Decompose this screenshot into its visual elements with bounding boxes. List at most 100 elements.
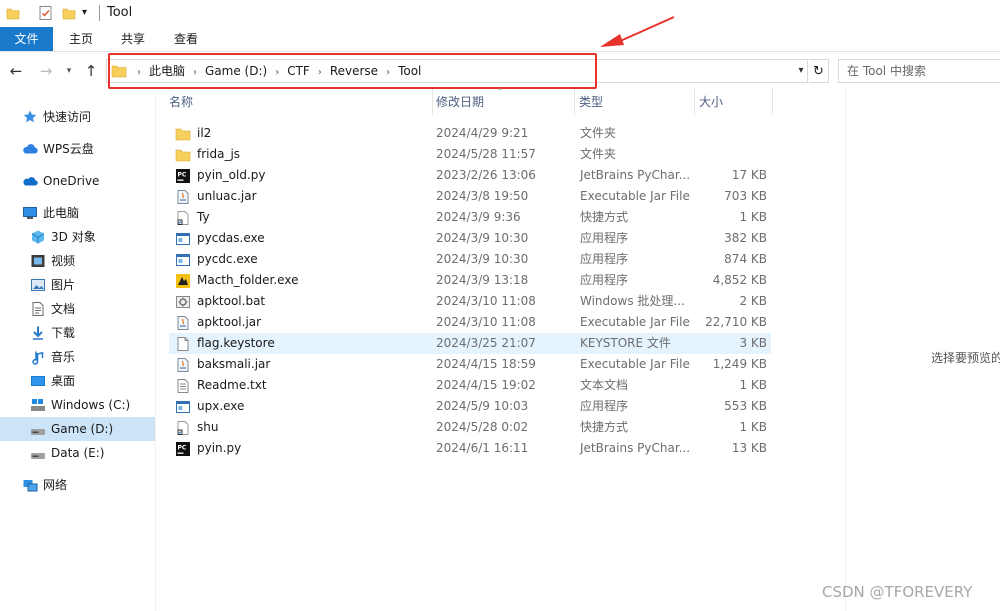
file-row[interactable]: pycdas.exe 2024/3/9 10:30 应用程序 382 KB xyxy=(169,228,771,249)
file-type: 文件夹 xyxy=(580,147,617,161)
sidebar-item-12[interactable]: Game (D:) xyxy=(0,417,155,441)
preview-placeholder: 选择要预览的 xyxy=(931,351,1000,365)
file-row[interactable]: Ty 2024/3/9 9:36 快捷方式 1 KB xyxy=(169,207,771,228)
file-name: baksmali.jar xyxy=(197,357,271,371)
new-folder-icon[interactable] xyxy=(62,5,76,21)
annotation-highlight-box xyxy=(108,53,597,89)
up-arrow-icon[interactable]: ↑ xyxy=(80,57,102,85)
file-row[interactable]: unluac.jar 2024/3/8 19:50 Executable Jar F… xyxy=(169,186,771,207)
tab-view[interactable]: 查看 xyxy=(161,27,211,51)
pycharm-icon: PC xyxy=(176,169,190,183)
sidebar-item-label: WPS云盘 xyxy=(43,142,94,156)
sidebar-item-label: 音乐 xyxy=(51,350,76,364)
file-size: 22,710 KB xyxy=(705,315,767,329)
jar-icon xyxy=(177,358,189,372)
properties-icon[interactable] xyxy=(38,5,54,21)
search-input[interactable]: 在 Tool 中搜索 xyxy=(847,60,926,82)
file-list: 名称 修改日期 类型 大小 ⌃ il2 2024/4/29 9:21 文件夹 frid… xyxy=(157,87,845,611)
document-icon xyxy=(32,302,44,316)
refresh-icon[interactable]: ↻ xyxy=(809,59,829,83)
tab-share[interactable]: 共享 xyxy=(108,27,158,51)
sidebar-item-label: 网络 xyxy=(43,478,68,492)
file-row[interactable]: upx.exe 2024/5/9 10:03 应用程序 553 KB xyxy=(169,396,771,417)
sidebar-item-13[interactable]: Data (E:) xyxy=(0,441,155,465)
sidebar-item-6[interactable]: 图片 xyxy=(0,273,155,297)
bat-icon xyxy=(176,296,190,308)
sidebar-item-label: 图片 xyxy=(51,278,76,292)
file-row[interactable]: Readme.txt 2024/4/15 19:02 文本文档 1 KB xyxy=(169,375,771,396)
file-date: 2024/5/9 10:03 xyxy=(436,399,529,413)
sidebar-item-5[interactable]: 视频 xyxy=(0,249,155,273)
column-header-size[interactable]: 大小 xyxy=(695,89,773,115)
folder-icon[interactable] xyxy=(6,5,20,21)
file-row[interactable]: shu 2024/5/28 0:02 快捷方式 1 KB xyxy=(169,417,771,438)
tab-file[interactable]: 文件 xyxy=(0,27,53,51)
sidebar-item-14[interactable]: 网络 xyxy=(0,473,155,497)
file-type: KEYSTORE 文件 xyxy=(580,336,671,350)
file-date: 2024/3/25 21:07 xyxy=(436,336,536,350)
sidebar-item-label: 快速访问 xyxy=(43,110,92,124)
file-row[interactable]: pycdc.exe 2024/3/9 10:30 应用程序 874 KB xyxy=(169,249,771,270)
folder-icon xyxy=(175,128,191,141)
file-date: 2024/3/9 13:18 xyxy=(436,273,529,287)
customize-toolbar-icon[interactable]: ▾ xyxy=(82,5,92,21)
sidebar-item-label: 此电脑 xyxy=(43,206,80,220)
file-row[interactable]: frida_js 2024/5/28 11:57 文件夹 xyxy=(169,144,771,165)
file-name: upx.exe xyxy=(197,399,245,413)
ribbon-tabs: 文件 主页 共享 查看 xyxy=(0,27,1000,52)
sidebar-item-label: 文档 xyxy=(51,302,76,316)
file-row[interactable]: il2 2024/4/29 9:21 文件夹 xyxy=(169,123,771,144)
address-history-dropdown-icon[interactable]: ▾ xyxy=(794,57,808,85)
exe-icon xyxy=(176,254,190,266)
sidebar-item-7[interactable]: 文档 xyxy=(0,297,155,321)
file-date: 2024/3/8 19:50 xyxy=(436,189,529,203)
file-date: 2024/5/28 0:02 xyxy=(436,420,529,434)
sidebar-item-3[interactable]: 此电脑 xyxy=(0,201,155,225)
sort-caret-icon: ⌃ xyxy=(497,87,504,96)
recent-locations-icon[interactable]: ▾ xyxy=(62,57,76,85)
cube-icon xyxy=(31,230,45,244)
file-type: Executable Jar File xyxy=(580,357,690,371)
file-row[interactable]: flag.keystore 2024/3/25 21:07 KEYSTORE 文件 3… xyxy=(169,333,771,354)
file-type: JetBrains PyChar... xyxy=(580,168,691,182)
file-row[interactable]: Macth_folder.exe 2024/3/9 13:18 应用程序 4,852 … xyxy=(169,270,771,291)
jar-icon xyxy=(177,190,189,204)
file-date: 2024/3/9 10:30 xyxy=(436,252,529,266)
sidebar-item-10[interactable]: 桌面 xyxy=(0,369,155,393)
preview-pane: 选择要预览的 xyxy=(845,89,1000,611)
file-name: unluac.jar xyxy=(197,189,257,203)
file-row[interactable]: apktool.jar 2024/3/10 11:08 Executable Jar… xyxy=(169,312,771,333)
column-header-date[interactable]: 修改日期 xyxy=(433,89,575,115)
back-arrow-icon[interactable]: ← xyxy=(4,57,28,85)
sidebar-item-1[interactable]: WPS云盘 xyxy=(0,137,155,161)
file-row[interactable]: apktool.bat 2024/3/10 11:08 Windows 批处理...… xyxy=(169,291,771,312)
column-headers: 名称 修改日期 类型 大小 ⌃ xyxy=(157,87,845,115)
file-size: 1 KB xyxy=(739,210,767,224)
sidebar-item-0[interactable]: 快速访问 xyxy=(0,105,155,129)
file-size: 553 KB xyxy=(724,399,767,413)
file-size: 1 KB xyxy=(739,420,767,434)
file-row[interactable]: PC pyin.py 2024/6/1 16:11 JetBrains PyChar.… xyxy=(169,438,771,459)
sidebar-item-2[interactable]: OneDrive xyxy=(0,169,155,193)
sidebar-item-label: Data (E:) xyxy=(51,446,105,460)
tab-home[interactable]: 主页 xyxy=(56,27,106,51)
file-type: Windows 批处理... xyxy=(580,294,685,308)
cloud-icon xyxy=(23,144,38,154)
desktop-icon xyxy=(31,376,45,386)
file-name: apktool.jar xyxy=(197,315,262,329)
column-header-type[interactable]: 类型 xyxy=(575,89,695,115)
sidebar-item-4[interactable]: 3D 对象 xyxy=(0,225,155,249)
sidebar-item-8[interactable]: 下载 xyxy=(0,321,155,345)
file-row[interactable]: baksmali.jar 2024/4/15 18:59 Executable Ja… xyxy=(169,354,771,375)
sidebar-item-9[interactable]: 音乐 xyxy=(0,345,155,369)
file-row[interactable]: PC pyin_old.py 2023/2/26 13:06 JetBrains Py… xyxy=(169,165,771,186)
file-date: 2024/3/9 9:36 xyxy=(436,210,521,224)
title-bar: ▾ Tool xyxy=(0,0,1000,26)
sidebar-item-11[interactable]: Windows (C:) xyxy=(0,393,155,417)
column-header-name[interactable]: 名称 xyxy=(169,89,433,115)
forward-arrow-icon[interactable]: → xyxy=(34,57,58,85)
file-size: 1,249 KB xyxy=(712,357,767,371)
search-box[interactable]: 在 Tool 中搜索 xyxy=(838,59,1000,83)
file-date: 2024/3/10 11:08 xyxy=(436,294,536,308)
sidebar-item-label: 视频 xyxy=(51,254,76,268)
